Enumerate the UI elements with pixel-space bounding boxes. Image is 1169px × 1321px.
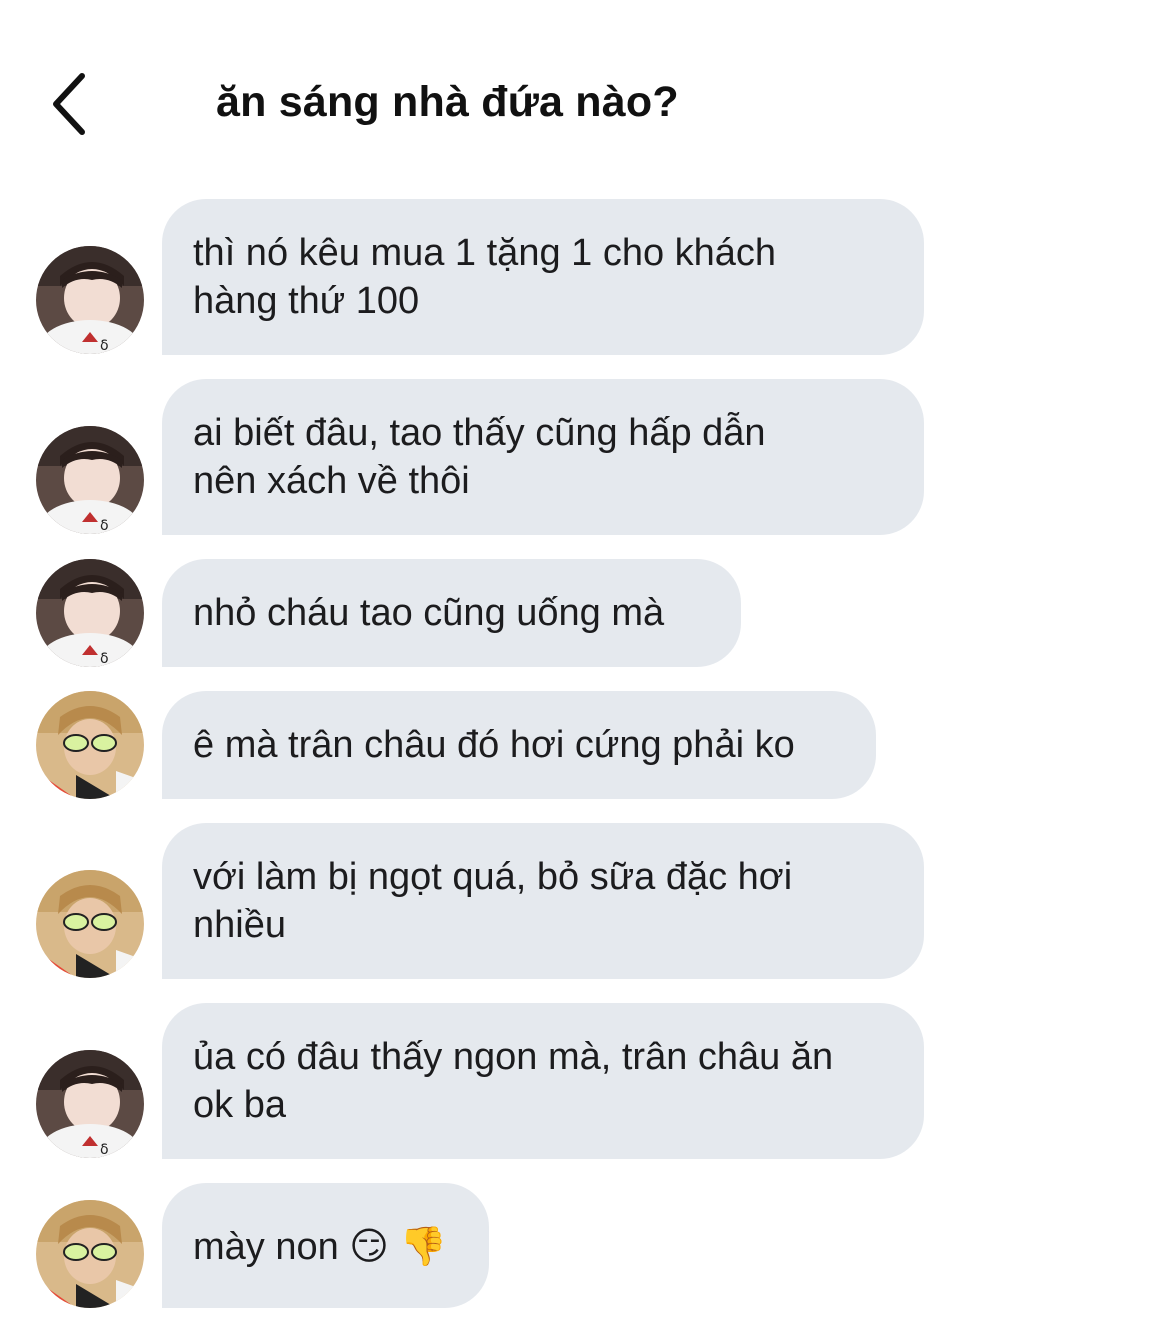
message-bubble[interactable]: ủa có đâu thấy ngon mà, trân châu ăn ok … (162, 1003, 924, 1159)
chevron-left-icon (53, 73, 85, 135)
avatar[interactable]: δ (36, 559, 144, 667)
avatar[interactable] (36, 1200, 144, 1308)
avatar[interactable]: δ (36, 426, 144, 534)
svg-text:δ: δ (100, 338, 109, 354)
message-bubble[interactable]: ai biết đâu, tao thấy cũng hấp dẫn nên x… (162, 379, 924, 535)
back-button[interactable] (38, 68, 98, 140)
message-bubble[interactable]: với làm bị ngọt quá, bỏ sữa đặc hơi nhiề… (162, 823, 924, 979)
message-bubble[interactable]: nhỏ cháu tao cũng uống mà (162, 559, 741, 667)
svg-text:δ: δ (100, 518, 109, 534)
message-row: δ ủa có đâu thấy ngon mà, trân châu ăn o… (0, 1003, 1169, 1159)
chat-title: ăn sáng nhà đứa nào? (216, 78, 679, 126)
message-row: δ ai biết đâu, tao thấy cũng hấp dẫn nên… (0, 379, 1169, 535)
svg-text:δ: δ (100, 651, 109, 667)
message-row: ê mà trân châu đó hơi cứng phải ko (0, 691, 1169, 799)
avatar[interactable]: δ (36, 1050, 144, 1158)
message-row: δ thì nó kêu mua 1 tặng 1 cho khách hàng… (0, 199, 1169, 355)
avatar[interactable] (36, 870, 144, 978)
avatar[interactable]: δ (36, 246, 144, 354)
avatar[interactable] (36, 691, 144, 799)
message-row: δ nhỏ cháu tao cũng uống mà (0, 559, 1169, 667)
message-bubble[interactable]: ê mà trân châu đó hơi cứng phải ko (162, 691, 876, 799)
message-bubble[interactable]: mày non 😏 👎 (162, 1183, 489, 1308)
message-bubble[interactable]: thì nó kêu mua 1 tặng 1 cho khách hàng t… (162, 199, 924, 355)
message-row: với làm bị ngọt quá, bỏ sữa đặc hơi nhiề… (0, 823, 1169, 979)
message-row: mày non 😏 👎 (0, 1183, 1169, 1308)
chat-header: ăn sáng nhà đứa nào? (0, 0, 1169, 200)
svg-text:δ: δ (100, 1142, 109, 1158)
